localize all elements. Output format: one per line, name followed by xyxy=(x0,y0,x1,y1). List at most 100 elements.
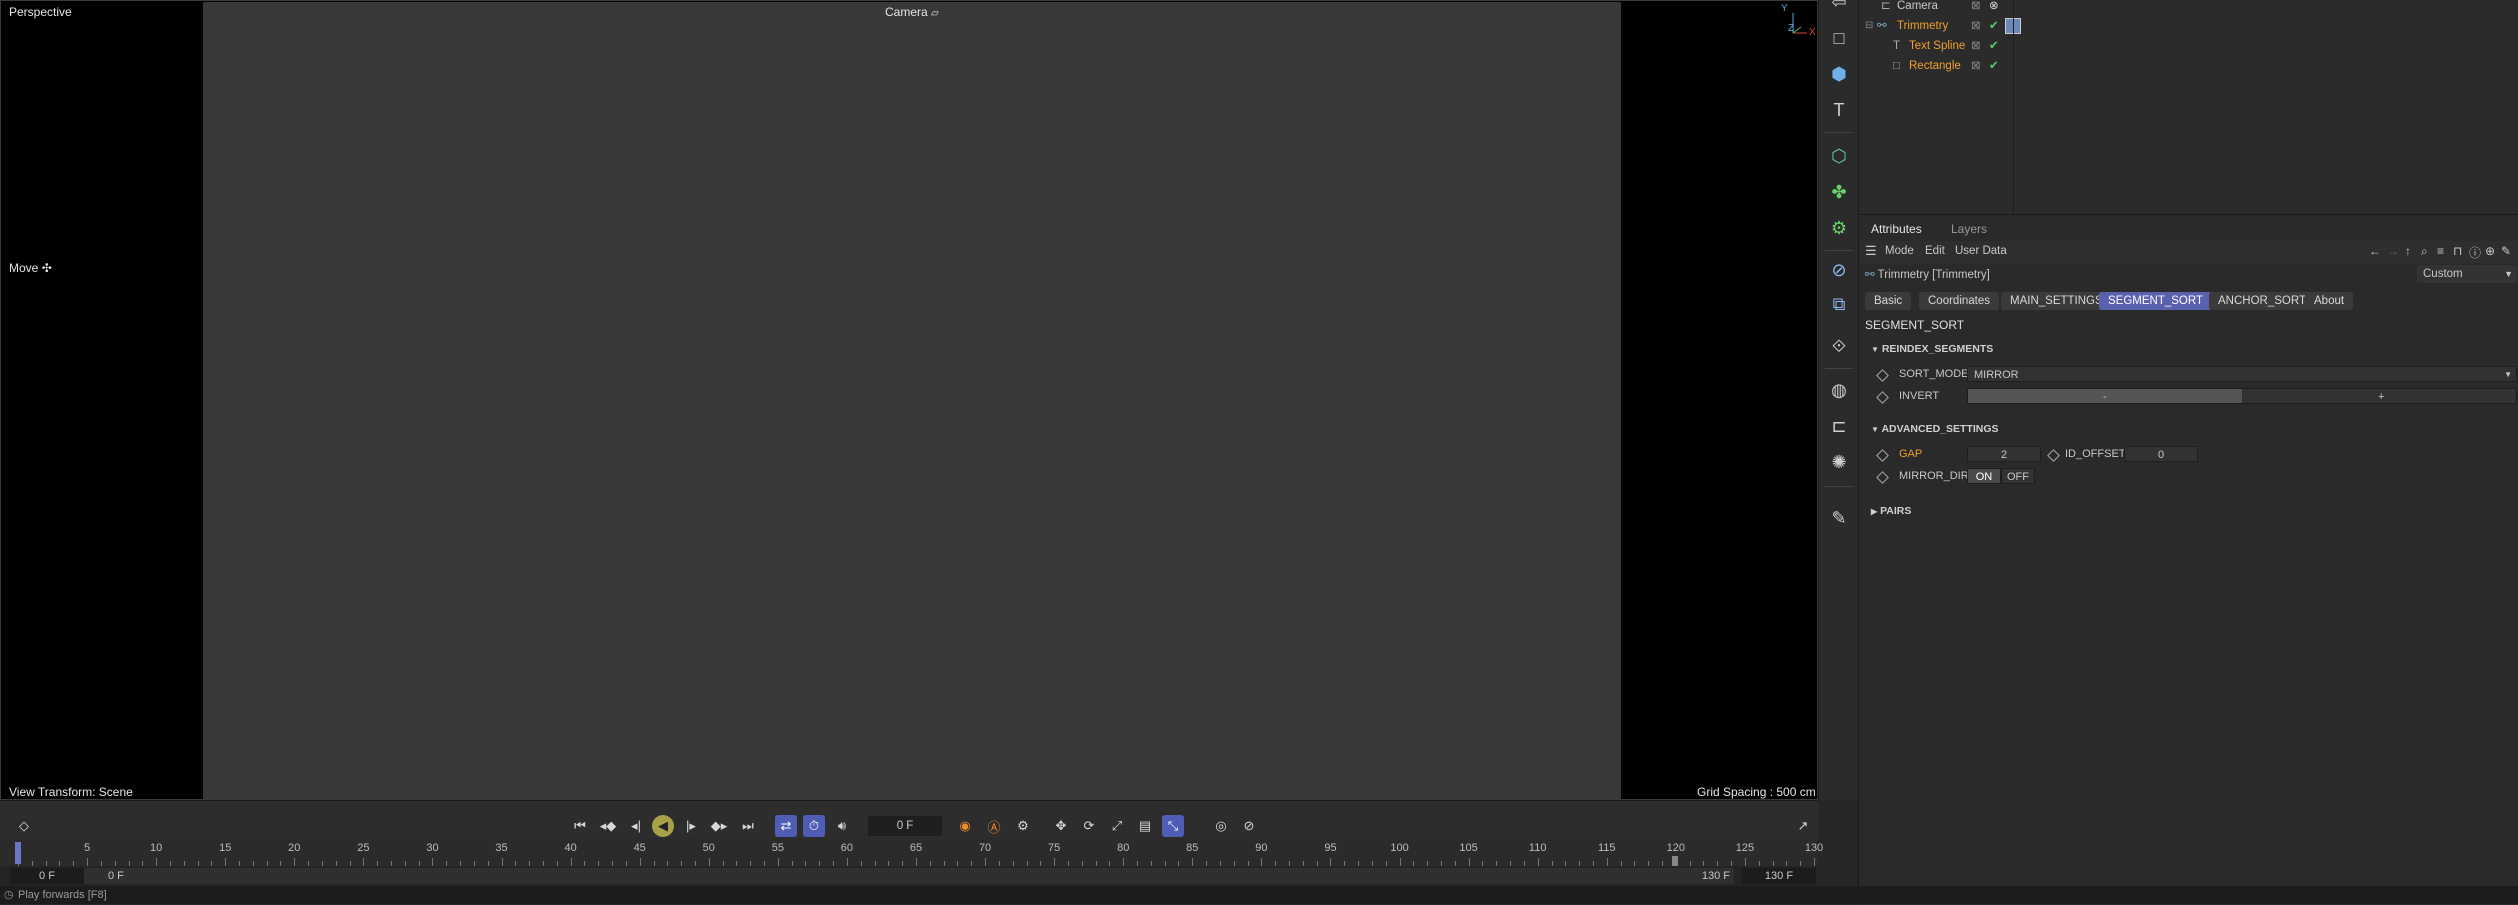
record-icon[interactable]: ◉ xyxy=(954,815,976,837)
arrow-icon[interactable]: ⇦ xyxy=(1827,0,1851,14)
menu-edit[interactable]: Edit xyxy=(1925,245,1945,257)
menu-user-data[interactable]: User Data xyxy=(1955,245,2007,257)
tab-attributes[interactable]: Attributes xyxy=(1863,217,1930,243)
enabled-check-icon[interactable]: ✔ xyxy=(1989,16,1999,36)
pill-basic[interactable]: Basic xyxy=(1865,292,1912,310)
visibility-icon[interactable]: ⊠ xyxy=(1971,56,1981,76)
keyframe-diamond-icon[interactable] xyxy=(1876,471,1889,484)
previous-frame-icon[interactable]: ◂| xyxy=(625,815,647,837)
sort-mode-dropdown[interactable]: MIRROR ▼ xyxy=(1967,366,2517,382)
next-frame-icon[interactable]: |▸ xyxy=(680,815,702,837)
play-reverse-icon[interactable]: ◀ xyxy=(652,815,674,837)
key-position-icon[interactable]: ✥ xyxy=(1050,815,1072,837)
next-key-icon[interactable]: ◆▸ xyxy=(708,815,730,837)
lock-icon[interactable]: ⊓ xyxy=(2453,244,2462,258)
deformer-icon[interactable]: ⚙ xyxy=(1827,216,1851,240)
protection-tag-icon[interactable]: ⊗ xyxy=(1989,0,1999,16)
text-spline-icon: T xyxy=(1893,40,1901,52)
ruler-tick-label: 110 xyxy=(1528,842,1547,854)
hamburger-icon[interactable]: ☰ xyxy=(1865,243,1877,259)
playhead[interactable] xyxy=(15,842,21,864)
attributes-toolbar: ☰ Mode Edit User Data ← → ↑ ⌕ ≡ ⊓ ⓘ ⊕ ✎ xyxy=(1859,241,2518,263)
camera-icon: ⏥ xyxy=(931,8,939,19)
new-window-icon[interactable]: ⊕ xyxy=(2485,244,2495,258)
back-arrow-icon[interactable]: ← xyxy=(2369,244,2381,258)
tab-layers[interactable]: Layers xyxy=(1943,217,1995,241)
range-end-field[interactable]: 130 F xyxy=(1742,868,1816,884)
id-offset-field[interactable]: 0 xyxy=(2124,446,2198,462)
autokey-icon[interactable]: Ⓐ xyxy=(983,815,1005,837)
preset-dropdown[interactable]: Custom ▼ xyxy=(2417,265,2517,283)
loop-icon[interactable]: ⇄ xyxy=(775,815,797,837)
pill-segment-sort[interactable]: SEGMENT_SORT xyxy=(2099,292,2212,310)
light-icon[interactable]: ✺ xyxy=(1827,450,1851,474)
visibility-icon[interactable]: ⊠ xyxy=(1971,36,1981,56)
search-icon[interactable]: ⌕ xyxy=(2421,244,2428,259)
keyframe-diamond-icon[interactable] xyxy=(1876,391,1889,404)
cloner-icon[interactable]: ✤ xyxy=(1827,180,1851,204)
sound-icon[interactable]: 🔊︎ xyxy=(831,815,853,837)
mirror-dir-off-button[interactable]: OFF xyxy=(2001,468,2035,484)
text-icon[interactable]: T xyxy=(1827,98,1851,122)
filter-icon[interactable]: ≡ xyxy=(2437,244,2444,258)
view-name[interactable]: Perspective xyxy=(9,5,72,19)
forward-arrow-icon[interactable]: → xyxy=(2387,244,2399,258)
group-reindex-segments[interactable]: ▼ REINDEX_SEGMENTS xyxy=(1871,343,1993,355)
field-icon[interactable]: ⊘ xyxy=(1827,258,1851,282)
object-row-text-spline[interactable]: T Text Spline ⊠ ✔ xyxy=(1859,36,2518,56)
up-arrow-icon[interactable]: ↑ xyxy=(2405,244,2411,258)
gap-field[interactable]: 2 xyxy=(1967,446,2041,462)
menu-mode[interactable]: Mode xyxy=(1885,245,1914,257)
edit-icon[interactable]: ✎ xyxy=(1827,506,1851,530)
info-icon[interactable]: ⓘ xyxy=(2469,244,2481,261)
motion-system-icon[interactable]: ◎ xyxy=(1210,815,1232,837)
object-row-camera[interactable]: ⊏ Camera ⊠ ⊗ xyxy=(1859,0,2518,16)
camera-label[interactable]: Camera ⏥ xyxy=(885,5,939,19)
keyframe-icon[interactable]: ◇ xyxy=(13,815,35,837)
camera-tool-icon[interactable]: ⊏ xyxy=(1827,414,1851,438)
current-frame-field[interactable]: 0 F xyxy=(868,816,942,836)
timeline-settings-icon[interactable]: ⊘ xyxy=(1238,815,1260,837)
key-param-icon[interactable]: ▤ xyxy=(1134,815,1156,837)
key-settings-icon[interactable]: ⚙ xyxy=(1012,815,1034,837)
group-advanced-settings[interactable]: ▼ ADVANCED_SETTINGS xyxy=(1871,423,1999,435)
range-start-field[interactable]: 0 F xyxy=(10,868,84,884)
expand-icon[interactable]: ⊟ xyxy=(1865,16,1873,36)
invert-slider[interactable]: - + xyxy=(1967,388,2517,404)
range-slider[interactable]: 0 F 130 F xyxy=(84,868,1734,884)
enabled-check-icon[interactable]: ✔ xyxy=(1989,36,1999,56)
range-end-marker[interactable] xyxy=(1672,856,1678,866)
pill-coordinates[interactable]: Coordinates xyxy=(1919,292,2000,310)
group-pairs[interactable]: ▶ PAIRS xyxy=(1871,505,1911,517)
graph-icon[interactable]: ↗ xyxy=(1792,815,1814,837)
pill-main-settings[interactable]: MAIN_SETTINGS xyxy=(2001,292,2112,310)
pill-about[interactable]: About xyxy=(2305,292,2354,310)
object-row-trimmetry[interactable]: ⊟ ⚯ Trimmetry ⊠ ✔ xyxy=(1859,16,2518,36)
enabled-check-icon[interactable]: ✔ xyxy=(1989,56,1999,76)
environment-icon[interactable]: ◍ xyxy=(1827,378,1851,402)
keyframe-diamond-icon[interactable] xyxy=(2047,449,2060,462)
scene-icon[interactable]: ⟐ xyxy=(1827,334,1851,358)
go-to-start-icon[interactable]: ⏮ xyxy=(569,815,591,837)
key-pla-icon[interactable]: ⤡ xyxy=(1162,815,1184,837)
ruler-tick xyxy=(225,858,227,866)
visibility-icon[interactable]: ⊠ xyxy=(1971,0,1981,16)
object-row-rectangle[interactable]: □ Rectangle ⊠ ✔ xyxy=(1859,56,2518,76)
visibility-icon[interactable]: ⊠ xyxy=(1971,16,1981,36)
edit-mode-icon[interactable]: ✎ xyxy=(2501,244,2511,258)
keyframe-diamond-icon[interactable] xyxy=(1876,369,1889,382)
key-rotation-icon[interactable]: ⟳ xyxy=(1078,815,1100,837)
playback-rate-icon[interactable]: ⏱ xyxy=(803,815,825,837)
previous-key-icon[interactable]: ◂◆ xyxy=(597,815,619,837)
rectangle-spline-icon[interactable]: □ xyxy=(1827,26,1851,50)
fracture-icon[interactable]: ⧉ xyxy=(1827,292,1851,316)
ruler-tick-label: 45 xyxy=(633,842,646,854)
viewport[interactable]: Perspective Camera ⏥ Move ✣ View Transfo… xyxy=(0,0,1818,800)
mirror-dir-on-button[interactable]: ON xyxy=(1967,468,2001,484)
keyframe-diamond-icon[interactable] xyxy=(1876,449,1889,462)
generator-icon[interactable]: ⬡ xyxy=(1827,144,1851,168)
key-scale-icon[interactable]: ⤢ xyxy=(1106,815,1128,837)
pill-anchor-sort[interactable]: ANCHOR_SORT xyxy=(2209,292,2315,310)
go-to-end-icon[interactable]: ⏭ xyxy=(737,815,759,837)
cube-icon[interactable]: ⬢ xyxy=(1827,62,1851,86)
